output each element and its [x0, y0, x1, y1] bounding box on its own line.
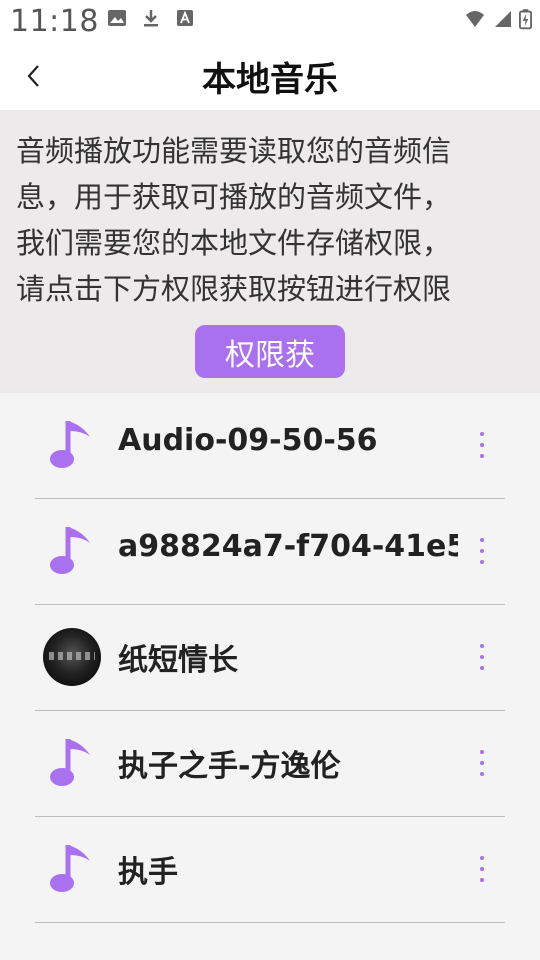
- grant-permission-button[interactable]: 权限获: [195, 325, 345, 378]
- more-options-icon[interactable]: [470, 429, 494, 461]
- status-icons-left: [107, 8, 195, 28]
- status-time: 11:18: [10, 4, 99, 39]
- song-item[interactable]: 执手: [0, 817, 540, 923]
- app-header: 本地音乐: [0, 44, 540, 110]
- song-item[interactable]: a98824a7-f704-41e5-..: [0, 499, 540, 605]
- permission-panel: 音频播放功能需要读取您的音频信 息，用于获取可播放的音频文件， 我们需要您的本地…: [0, 110, 540, 393]
- font-icon: [177, 10, 193, 26]
- wifi-icon: [466, 11, 484, 27]
- permission-message-line: 息，用于获取可播放的音频文件，: [16, 180, 452, 214]
- song-title: 纸短情长: [118, 643, 238, 678]
- song-title: Audio-09-50-56: [118, 423, 378, 458]
- album-cover-image: [43, 628, 101, 686]
- image-icon: [108, 10, 126, 26]
- music-note-icon: [42, 733, 102, 793]
- more-options-icon[interactable]: [470, 853, 494, 885]
- song-title: 执子之手-方逸伦: [118, 749, 341, 784]
- album-cover: [42, 627, 102, 687]
- more-options-icon[interactable]: [470, 641, 494, 673]
- battery-icon: [519, 9, 532, 30]
- song-item[interactable]: 执子之手-方逸伦: [0, 711, 540, 817]
- permission-message-line: 我们需要您的本地文件存储权限，: [16, 226, 452, 260]
- music-note-icon: [42, 839, 102, 899]
- music-note-icon: [42, 415, 102, 475]
- music-note-icon: [42, 521, 102, 581]
- song-title: 执手: [118, 855, 178, 890]
- more-options-icon[interactable]: [470, 535, 494, 567]
- permission-message-line: 音频播放功能需要读取您的音频信: [16, 134, 452, 168]
- signal-icon: [495, 11, 511, 27]
- song-item[interactable]: Audio-09-50-56: [0, 393, 540, 499]
- song-title: a98824a7-f704-41e5-..: [118, 529, 458, 564]
- status-bar: 11:18: [0, 0, 540, 44]
- permission-message-line: 请点击下方权限获取按钮进行权限: [16, 272, 452, 306]
- page-title: 本地音乐: [202, 60, 338, 100]
- more-options-icon[interactable]: [470, 747, 494, 779]
- song-item[interactable]: 纸短情长: [0, 605, 540, 711]
- song-list: Audio-09-50-56 a98824a7-f704-41e5-.. 纸短情…: [0, 393, 540, 923]
- permission-message: 音频播放功能需要读取您的音频信 息，用于获取可播放的音频文件， 我们需要您的本地…: [16, 128, 516, 312]
- status-icons-right: [463, 8, 532, 30]
- download-icon: [144, 10, 158, 27]
- divider: [35, 922, 505, 923]
